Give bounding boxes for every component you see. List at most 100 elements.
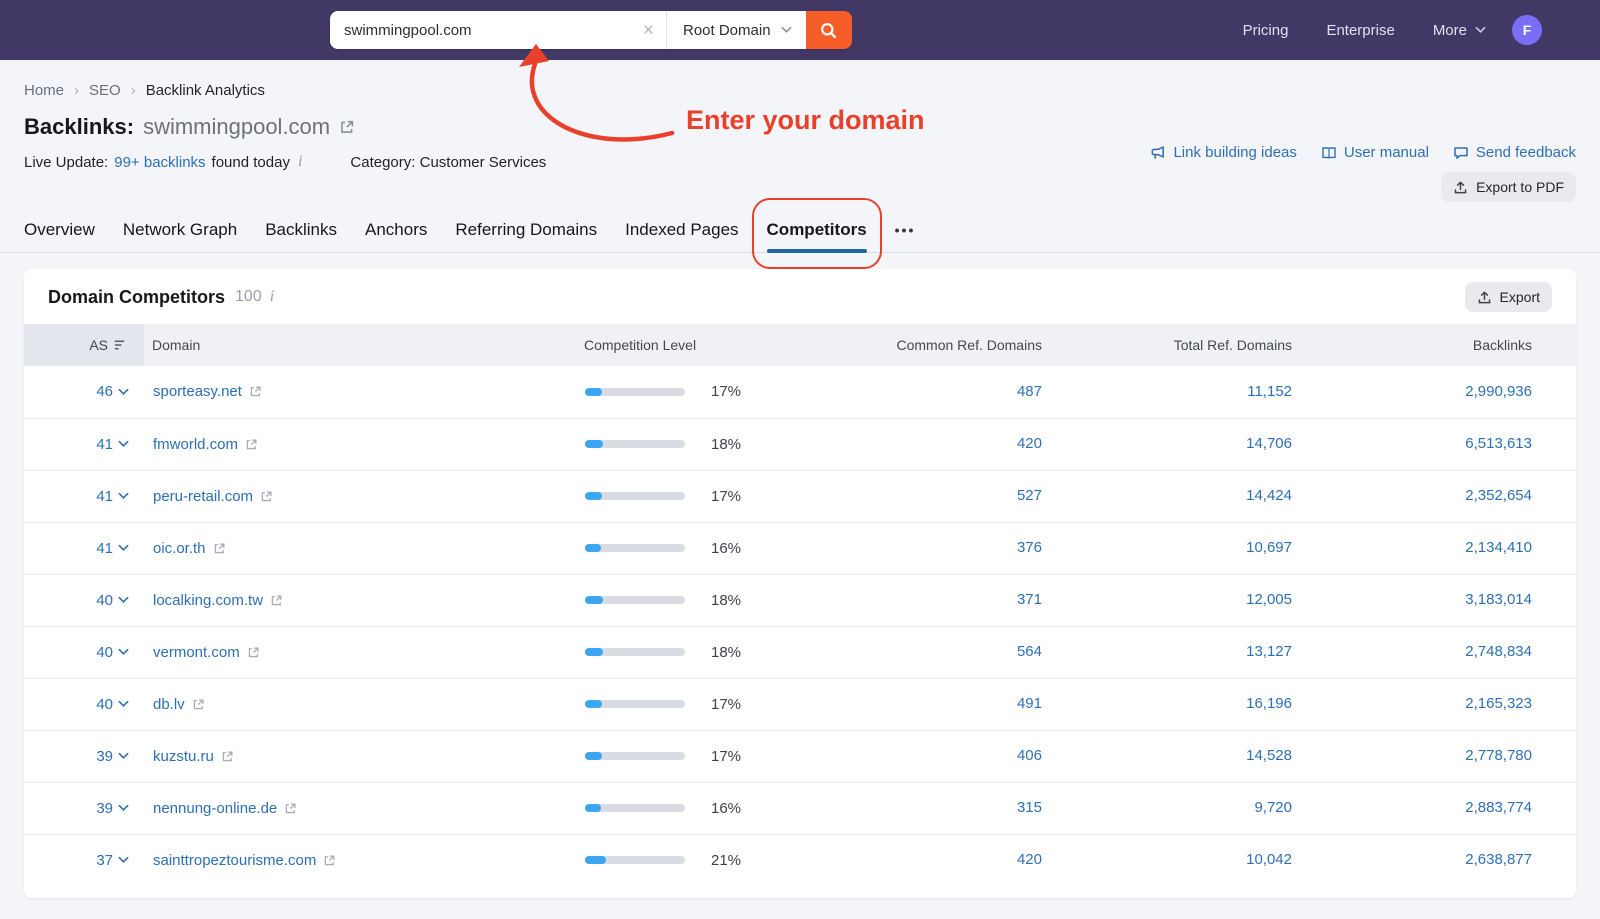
external-link-icon[interactable] [221, 750, 234, 763]
common-ref-domains-header[interactable]: Common Ref. Domains [816, 324, 1066, 366]
domain-link[interactable]: oic.or.th [153, 540, 206, 557]
external-link-icon[interactable] [284, 802, 297, 815]
export-to-pdf-button[interactable]: Export to PDF [1441, 172, 1576, 202]
authority-score-toggle[interactable]: 41 [25, 488, 143, 505]
backlinks-link[interactable]: 2,165,323 [1465, 695, 1532, 712]
clear-icon[interactable]: × [643, 21, 654, 40]
search-input[interactable] [344, 22, 635, 39]
info-icon[interactable]: i [298, 153, 302, 171]
nav-enterprise[interactable]: Enterprise [1326, 22, 1394, 39]
common-ref-domains-link[interactable]: 376 [1017, 539, 1042, 556]
external-link-icon[interactable] [323, 854, 336, 867]
chevron-down-icon [118, 752, 129, 760]
domain-link[interactable]: sainttropeztourisme.com [153, 852, 316, 869]
domain-link[interactable]: fmworld.com [153, 436, 238, 453]
competition-level-fill [585, 596, 603, 604]
external-link-icon[interactable] [339, 119, 355, 135]
domain-link[interactable]: localking.com.tw [153, 592, 263, 609]
tab-network-graph[interactable]: Network Graph [123, 207, 237, 252]
tab-overview[interactable]: Overview [24, 207, 95, 252]
common-ref-domains-link[interactable]: 420 [1017, 851, 1042, 868]
domain-link[interactable]: peru-retail.com [153, 488, 253, 505]
backlinks-header[interactable]: Backlinks [1316, 324, 1576, 366]
external-link-icon[interactable] [249, 385, 262, 398]
common-ref-domains-link[interactable]: 420 [1017, 435, 1042, 452]
authority-score-toggle[interactable]: 41 [25, 436, 143, 453]
user-manual-link[interactable]: User manual [1321, 144, 1429, 161]
total-ref-domains-link[interactable]: 14,528 [1246, 747, 1292, 764]
backlinks-link[interactable]: 6,513,613 [1465, 435, 1532, 452]
common-ref-domains-link[interactable]: 406 [1017, 747, 1042, 764]
nav-pricing[interactable]: Pricing [1243, 22, 1289, 39]
tab-more[interactable]: ••• [895, 207, 916, 252]
export-button[interactable]: Export [1465, 282, 1552, 312]
total-ref-domains-link[interactable]: 14,706 [1246, 435, 1292, 452]
domain-header[interactable]: Domain [144, 324, 556, 366]
total-ref-domains-link[interactable]: 14,424 [1246, 487, 1292, 504]
domain-link[interactable]: vermont.com [153, 644, 240, 661]
authority-score-toggle[interactable]: 40 [25, 696, 143, 713]
domain-link[interactable]: sporteasy.net [153, 383, 242, 400]
domain-link[interactable]: db.lv [153, 696, 185, 713]
authority-score-toggle[interactable]: 40 [25, 592, 143, 609]
external-link-icon[interactable] [247, 646, 260, 659]
authority-score-toggle[interactable]: 39 [25, 800, 143, 817]
total-ref-domains-link[interactable]: 12,005 [1246, 591, 1292, 608]
backlinks-link[interactable]: 2,883,774 [1465, 799, 1532, 816]
link-building-ideas-link[interactable]: Link building ideas [1150, 144, 1296, 161]
authority-score-toggle[interactable]: 37 [25, 852, 143, 869]
total-ref-domains-link[interactable]: 11,152 [1247, 383, 1292, 400]
external-link-icon[interactable] [270, 594, 283, 607]
tab-referring-domains[interactable]: Referring Domains [455, 207, 597, 252]
tab-competitors[interactable]: Competitors [767, 207, 867, 252]
backlinks-link[interactable]: 2,134,410 [1465, 539, 1532, 556]
total-ref-domains-header[interactable]: Total Ref. Domains [1066, 324, 1316, 366]
authority-score-toggle[interactable]: 46 [25, 383, 143, 400]
sort-by-as-header[interactable]: AS [25, 337, 143, 353]
authority-score-value: 41 [96, 540, 113, 557]
backlinks-link[interactable]: 2,778,780 [1465, 747, 1532, 764]
total-ref-domains-link[interactable]: 13,127 [1246, 643, 1292, 660]
domain-link[interactable]: nennung-online.de [153, 800, 277, 817]
external-link-icon[interactable] [192, 698, 205, 711]
tab-backlinks[interactable]: Backlinks [265, 207, 337, 252]
search-field[interactable]: × [330, 11, 666, 49]
info-icon[interactable]: i [270, 288, 274, 306]
common-ref-domains-link[interactable]: 491 [1017, 695, 1042, 712]
common-ref-domains-link[interactable]: 527 [1017, 487, 1042, 504]
common-ref-domains-link[interactable]: 487 [1017, 383, 1042, 400]
total-ref-domains-link[interactable]: 10,042 [1246, 851, 1292, 868]
avatar[interactable]: F [1512, 15, 1542, 45]
total-ref-domains-link[interactable]: 16,196 [1246, 695, 1292, 712]
authority-score-toggle[interactable]: 41 [25, 540, 143, 557]
common-ref-domains-link[interactable]: 564 [1017, 643, 1042, 660]
common-ref-domains-link[interactable]: 315 [1017, 799, 1042, 816]
backlinks-link[interactable]: 2,990,936 [1465, 383, 1532, 400]
breadcrumb-item-backlink-analytics[interactable]: Backlink Analytics [146, 82, 265, 99]
authority-score-toggle[interactable]: 40 [25, 644, 143, 661]
breadcrumb-item-home[interactable]: Home [24, 82, 64, 99]
total-ref-domains-link[interactable]: 9,720 [1254, 799, 1292, 816]
topbar: × Root Domain Pricing Enterprise More F [0, 0, 1600, 60]
search-button[interactable] [806, 11, 852, 49]
external-link-icon[interactable] [245, 438, 258, 451]
live-update-link[interactable]: 99+ backlinks [114, 154, 205, 171]
competition-level-bar [585, 492, 685, 500]
external-link-icon[interactable] [213, 542, 226, 555]
total-ref-domains-link[interactable]: 10,697 [1246, 539, 1292, 556]
tab-indexed-pages[interactable]: Indexed Pages [625, 207, 738, 252]
nav-more[interactable]: More [1433, 22, 1486, 39]
authority-score-toggle[interactable]: 39 [25, 748, 143, 765]
common-ref-domains-link[interactable]: 371 [1017, 591, 1042, 608]
backlinks-link[interactable]: 3,183,014 [1465, 591, 1532, 608]
backlinks-link[interactable]: 2,748,834 [1465, 643, 1532, 660]
breadcrumb-item-seo[interactable]: SEO [89, 82, 121, 99]
domain-link[interactable]: kuzstu.ru [153, 748, 214, 765]
tab-anchors[interactable]: Anchors [365, 207, 427, 252]
scope-select[interactable]: Root Domain [666, 11, 806, 49]
send-feedback-link[interactable]: Send feedback [1453, 144, 1576, 161]
competition-level-header[interactable]: Competition Level [556, 324, 816, 366]
external-link-icon[interactable] [260, 490, 273, 503]
backlinks-link[interactable]: 2,638,877 [1465, 851, 1532, 868]
backlinks-link[interactable]: 2,352,654 [1465, 487, 1532, 504]
